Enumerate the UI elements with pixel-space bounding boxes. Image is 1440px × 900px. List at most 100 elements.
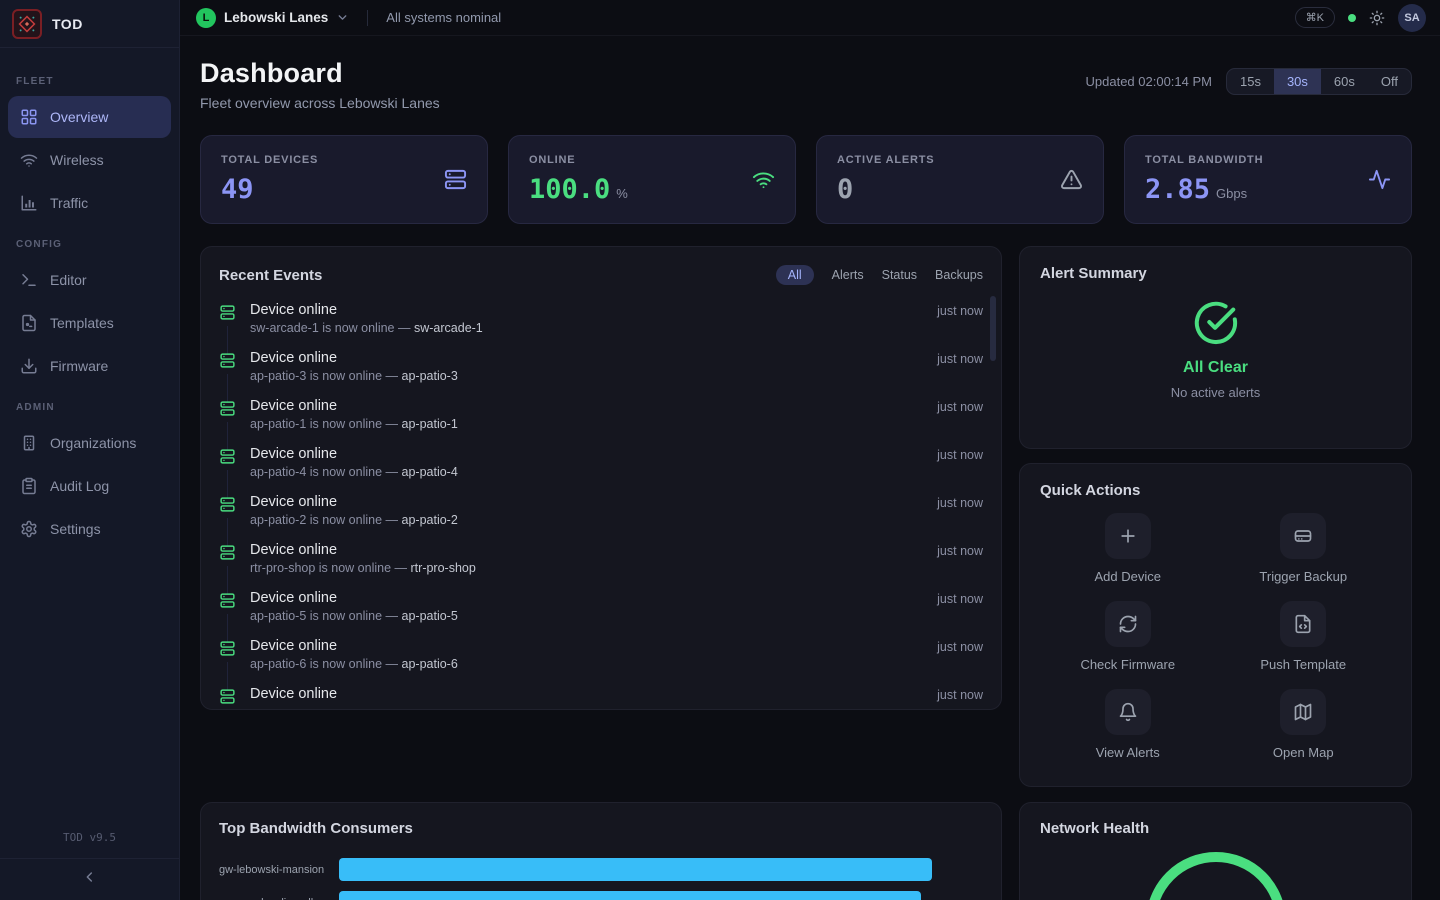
sidebar-item-wireless[interactable]: Wireless xyxy=(8,139,171,181)
sidebar-item-label: Wireless xyxy=(50,152,104,168)
sidebar-item-settings[interactable]: Settings xyxy=(8,508,171,550)
bandwidth-row: gw-lebowski-mansion xyxy=(219,853,983,886)
add-device-button[interactable]: Add Device xyxy=(1040,513,1216,584)
event-device: ap-patio-1 xyxy=(402,417,458,431)
user-avatar[interactable]: SA xyxy=(1398,4,1426,32)
alert-triangle-icon xyxy=(1060,168,1083,191)
event-detail: ap-patio-6 is now online — ap-patio-6 xyxy=(250,657,458,671)
filter-alerts[interactable]: Alerts xyxy=(832,268,864,282)
event-row: Device online ap-patio-1 is now online — … xyxy=(201,391,1001,439)
event-detail: ap-patio-3 is now online — ap-patio-3 xyxy=(250,369,458,383)
event-detail: sw-arcade-1 is now online — sw-arcade-1 xyxy=(250,321,483,335)
refresh-15s-button[interactable]: 15s xyxy=(1227,69,1274,94)
system-status-text: All systems nominal xyxy=(386,10,501,25)
file-code-icon xyxy=(1280,601,1326,647)
filter-backups[interactable]: Backups xyxy=(935,268,983,282)
trigger-backup-button[interactable]: Trigger Backup xyxy=(1216,513,1392,584)
page-title: Dashboard xyxy=(200,58,440,89)
topbar: L Lebowski Lanes All systems nominal ⌘K … xyxy=(180,0,1440,36)
refresh-off-button[interactable]: Off xyxy=(1368,69,1411,94)
refresh-interval-control: 15s 30s 60s Off xyxy=(1226,68,1412,95)
network-health-card: Network Health 100 xyxy=(1019,802,1412,900)
status-dot xyxy=(1348,14,1356,22)
sidebar-item-label: Settings xyxy=(50,521,101,537)
bar-chart-icon xyxy=(20,194,38,212)
filter-all[interactable]: All xyxy=(776,265,814,285)
sidebar-item-label: Audit Log xyxy=(50,478,109,494)
org-name: Lebowski Lanes xyxy=(224,10,328,25)
event-title: Device online xyxy=(250,590,458,606)
quick-action-label: Trigger Backup xyxy=(1259,569,1347,584)
push-template-button[interactable]: Push Template xyxy=(1216,601,1392,672)
events-list: Device online sw-arcade-1 is now online —… xyxy=(201,295,1001,710)
sidebar-item-overview[interactable]: Overview xyxy=(8,96,171,138)
nav-section-fleet: FLEET xyxy=(0,62,179,95)
sidebar-item-templates[interactable]: Templates xyxy=(8,302,171,344)
sidebar-item-organizations[interactable]: Organizations xyxy=(8,422,171,464)
event-separator: — xyxy=(398,321,411,335)
event-time: just now xyxy=(937,590,983,606)
quick-action-label: Add Device xyxy=(1095,569,1161,584)
refresh-30s-button[interactable]: 30s xyxy=(1274,69,1321,94)
event-detail: ap-patio-5 is now online — ap-patio-5 xyxy=(250,609,458,623)
events-scrollbar[interactable] xyxy=(990,296,996,361)
logo-row: TOD xyxy=(0,0,179,48)
stat-card-active-alerts: ACTIVE ALERTS 0 xyxy=(816,135,1104,224)
event-title: Device online xyxy=(250,494,458,510)
stat-unit: Gbps xyxy=(1216,186,1247,201)
quick-action-label: Check Firmware xyxy=(1080,657,1175,672)
building-icon xyxy=(20,434,38,452)
stat-label: ACTIVE ALERTS xyxy=(837,154,934,166)
server-icon xyxy=(219,496,237,513)
network-health-title: Network Health xyxy=(1040,820,1391,837)
event-separator: — xyxy=(395,561,408,575)
quick-actions-card: Quick Actions Add Device xyxy=(1019,463,1412,787)
stat-label: TOTAL BANDWIDTH xyxy=(1145,154,1263,166)
server-icon xyxy=(219,304,237,321)
bandwidth-bar xyxy=(339,858,932,881)
org-selector[interactable]: L Lebowski Lanes xyxy=(196,8,349,28)
theme-toggle-button[interactable] xyxy=(1369,10,1385,26)
sun-icon xyxy=(1369,10,1385,26)
sidebar-collapse-button[interactable] xyxy=(0,858,179,894)
sidebar-item-label: Organizations xyxy=(50,435,136,451)
sidebar-item-label: Templates xyxy=(50,315,114,331)
dashboard-content: Dashboard Fleet overview across Lebowski… xyxy=(180,36,1440,900)
bandwidth-chart-title: Top Bandwidth Consumers xyxy=(219,820,983,837)
stat-label: TOTAL DEVICES xyxy=(221,154,318,166)
event-row: Device online just now xyxy=(201,679,1001,710)
event-row: Device online ap-patio-5 is now online — … xyxy=(201,583,1001,631)
sidebar-item-firmware[interactable]: Firmware xyxy=(8,345,171,387)
open-map-button[interactable]: Open Map xyxy=(1216,689,1392,760)
alert-summary-title: Alert Summary xyxy=(1040,265,1391,282)
sidebar-item-editor[interactable]: Editor xyxy=(8,259,171,301)
event-device: rtr-pro-shop xyxy=(411,561,476,575)
command-palette-button[interactable]: ⌘K xyxy=(1295,7,1335,28)
nav-section-admin: ADMIN xyxy=(0,388,179,421)
server-icon xyxy=(444,168,467,191)
bandwidth-bar xyxy=(339,891,921,900)
sidebar-item-traffic[interactable]: Traffic xyxy=(8,182,171,224)
refresh-60s-button[interactable]: 60s xyxy=(1321,69,1368,94)
check-firmware-button[interactable]: Check Firmware xyxy=(1040,601,1216,672)
alert-summary-card: Alert Summary All Clear No active alerts xyxy=(1019,246,1412,449)
event-time: just now xyxy=(937,398,983,414)
page-subtitle: Fleet overview across Lebowski Lanes xyxy=(200,95,440,111)
event-title: Device online xyxy=(250,542,476,558)
events-title: Recent Events xyxy=(219,267,322,284)
event-row: Device onlineap-patio-3 is now online — … xyxy=(201,343,1001,391)
event-title: Device online xyxy=(250,398,458,414)
app-version: TOD v9.5 xyxy=(0,821,179,858)
stat-value: 100.0 xyxy=(529,174,610,205)
server-icon xyxy=(219,688,237,705)
sidebar-item-label: Editor xyxy=(50,272,87,288)
filter-status[interactable]: Status xyxy=(882,268,917,282)
sidebar-item-audit-log[interactable]: Audit Log xyxy=(8,465,171,507)
org-avatar: L xyxy=(196,8,216,28)
view-alerts-button[interactable]: View Alerts xyxy=(1040,689,1216,760)
server-icon xyxy=(219,448,237,465)
event-title: Device online xyxy=(250,446,458,462)
event-title: Device online xyxy=(250,302,483,318)
event-detail: ap-patio-1 is now online — ap-patio-1 xyxy=(250,417,458,431)
server-icon xyxy=(219,544,237,561)
